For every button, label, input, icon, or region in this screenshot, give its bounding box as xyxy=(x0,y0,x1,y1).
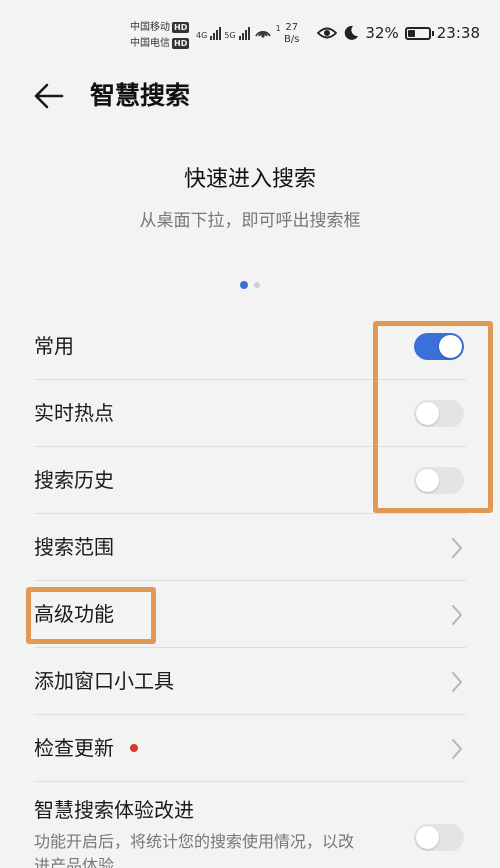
toggle-knob xyxy=(416,826,439,849)
network-type-1: 4G xyxy=(196,31,208,40)
setting-label: 高级功能 xyxy=(34,602,114,626)
setting-row-add-widget[interactable]: 添加窗口小工具 xyxy=(0,648,500,715)
check-update-label: 检查更新 xyxy=(34,736,114,760)
setting-label: 添加窗口小工具 xyxy=(34,669,174,693)
hd-badge: HD xyxy=(172,22,190,33)
carrier-2: 中国电信 xyxy=(130,38,170,49)
back-arrow-icon xyxy=(34,83,64,109)
toggle-knob xyxy=(416,402,439,425)
improvement-toggle[interactable] xyxy=(414,824,464,851)
setting-label: 实时热点 xyxy=(34,401,114,425)
hd-badge: HD xyxy=(172,38,190,49)
battery-icon xyxy=(404,26,434,40)
setting-row-check-update[interactable]: 检查更新 xyxy=(0,715,500,782)
network-type-2: 5G xyxy=(224,31,236,40)
moon-icon xyxy=(345,25,359,40)
setting-row-search-scope[interactable]: 搜索范围 xyxy=(0,514,500,581)
carrier-1: 中国移动 xyxy=(130,22,170,33)
pager-dot-active[interactable] xyxy=(240,281,248,289)
hero-title: 快速进入搜索 xyxy=(183,167,316,192)
setting-label: 常用 xyxy=(34,334,74,358)
carrier-info: 中国移动 HD 中国电信 HD xyxy=(130,20,190,52)
setting-description: 功能开启后，将统计您的搜索使用情况，以改进产品体验 xyxy=(34,832,355,868)
hero-subtitle: 从桌面下拉，即可呼出搜索框 xyxy=(139,211,361,231)
setting-label: 检查更新 xyxy=(34,715,138,782)
setting-label: 搜索范围 xyxy=(34,535,114,559)
setting-row-search-history[interactable]: 搜索历史 xyxy=(0,447,500,514)
speed-unit: B/s xyxy=(284,34,300,45)
setting-row-advanced[interactable]: 高级功能 xyxy=(0,581,500,648)
setting-row-improvement[interactable]: 智慧搜索体验改进 功能开启后，将统计您的搜索使用情况，以改进产品体验 xyxy=(0,782,500,868)
setting-row-frequent[interactable]: 常用 xyxy=(0,313,500,380)
frequent-toggle[interactable] xyxy=(414,333,464,360)
update-badge xyxy=(130,744,138,752)
chevron-right-icon xyxy=(452,605,462,625)
battery-percent: 32% xyxy=(365,24,399,42)
signal-bars-icon xyxy=(238,26,250,40)
pager-dot[interactable] xyxy=(254,282,260,288)
speed-value: 27 xyxy=(285,22,299,33)
setting-label: 搜索历史 xyxy=(34,468,114,492)
status-right: 32% 23:38 xyxy=(317,24,480,42)
toggle-knob xyxy=(416,469,439,492)
chevron-right-icon xyxy=(452,538,462,558)
settings-list: 常用 实时热点 搜索历史 搜索范围 高级功能 添加窗口小工具 检查更新 智慧搜索… xyxy=(0,313,500,868)
search-history-toggle[interactable] xyxy=(414,467,464,494)
eye-icon xyxy=(317,27,338,39)
app-header: 智慧搜索 xyxy=(0,66,500,122)
page-title: 智慧搜索 xyxy=(90,81,191,110)
battery-level xyxy=(407,29,415,37)
chevron-right-icon xyxy=(452,672,462,692)
signal-bars-icon xyxy=(210,26,222,40)
hot-topics-toggle[interactable] xyxy=(414,400,464,427)
signal-indicators: 4G 5G 1 xyxy=(196,24,281,40)
clock: 23:38 xyxy=(436,24,480,42)
network-speed: 27 B/s xyxy=(284,22,299,46)
pager-indicator[interactable] xyxy=(0,281,500,289)
toggle-knob xyxy=(439,335,462,358)
setting-label: 智慧搜索体验改进 xyxy=(34,798,194,822)
back-button[interactable] xyxy=(28,76,68,116)
status-bar: 中国移动 HD 中国电信 HD 4G 5G 1 27 B/s 32% 23:38 xyxy=(0,0,500,66)
hotspot-icon xyxy=(254,30,271,38)
hotspot-count: 1 xyxy=(275,24,281,33)
chevron-right-icon xyxy=(452,739,462,759)
setting-row-hot-topics[interactable]: 实时热点 xyxy=(0,380,500,447)
